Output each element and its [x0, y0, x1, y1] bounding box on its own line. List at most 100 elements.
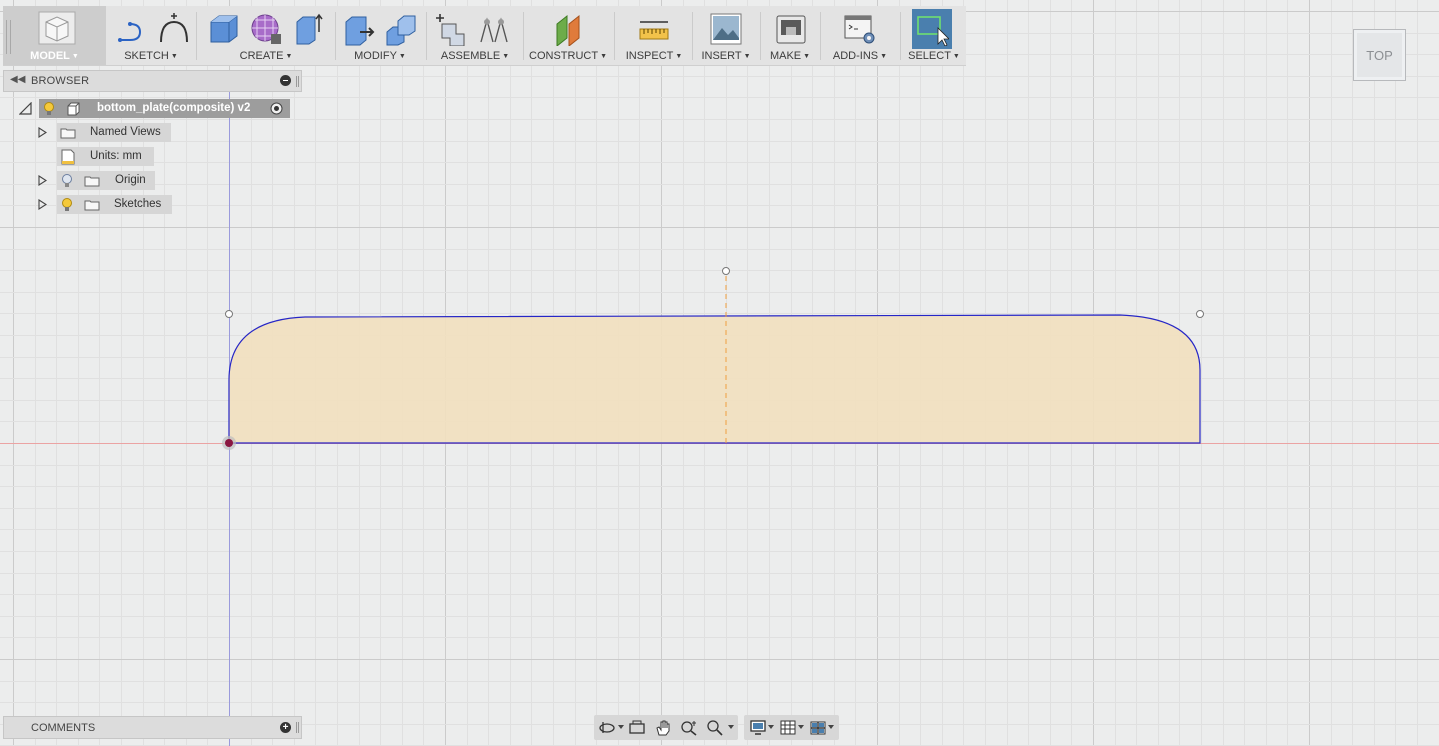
select-menu-label[interactable]: SELECT [908, 50, 951, 62]
browser-title: BROWSER [31, 75, 90, 87]
minimize-panel-icon[interactable] [280, 75, 291, 86]
pan-hand-icon[interactable] [654, 719, 672, 736]
caret-down-icon: ▼ [952, 53, 960, 60]
add-comment-icon[interactable]: + [280, 722, 291, 733]
window-select-icon [917, 16, 949, 46]
sketch-point[interactable] [1196, 310, 1204, 318]
offset-plane-icon[interactable] [551, 12, 585, 46]
sketch-point[interactable] [722, 267, 730, 275]
sketch-point[interactable] [225, 310, 233, 318]
press-pull-icon[interactable] [342, 12, 376, 46]
caret-down-icon: ▼ [398, 53, 406, 60]
toolbar-grip[interactable] [6, 20, 11, 54]
caret-down-icon: ▼ [600, 53, 607, 60]
make-group: MAKE ▼ [764, 6, 816, 65]
expanded-triangle-icon[interactable] [19, 102, 32, 115]
comments-panel[interactable]: COMMENTS + [3, 716, 302, 739]
look-at-icon[interactable] [628, 719, 646, 736]
browser-header[interactable]: ◀◀ BROWSER [3, 70, 302, 92]
scripts-addins-icon[interactable] [843, 12, 877, 46]
collapse-panel-icon[interactable]: ◀◀ [10, 74, 25, 85]
sketch-profile[interactable] [228, 314, 1201, 444]
assemble-menu-label[interactable]: ASSEMBLE [441, 50, 500, 62]
workspace-switcher[interactable]: MODEL ▼ [3, 6, 106, 65]
extrude-box-icon[interactable] [207, 12, 241, 46]
tree-item-label: Sketches [114, 198, 162, 210]
grid-dropdown-icon[interactable] [798, 725, 804, 729]
toolbar-divider [523, 12, 524, 60]
toolbar-divider [760, 12, 761, 60]
units-icon [61, 149, 75, 165]
viewports-icon[interactable] [809, 719, 827, 736]
inspect-menu-label[interactable]: INSPECT [626, 50, 674, 62]
visibility-bulb-icon[interactable] [61, 198, 73, 212]
tree-item-named-views[interactable]: Named Views [57, 123, 171, 142]
modify-group: MODIFY ▼ [339, 6, 421, 65]
form-sphere-icon[interactable] [249, 12, 283, 46]
visibility-bulb-off-icon[interactable] [61, 174, 73, 188]
addins-menu-label[interactable]: ADD-INS [833, 50, 878, 62]
expand-triangle-icon[interactable] [38, 175, 47, 186]
expand-triangle-icon[interactable] [38, 199, 47, 210]
new-component-icon[interactable] [434, 12, 468, 46]
toolbar-divider [335, 12, 336, 60]
folder-icon [60, 128, 76, 139]
panel-grip[interactable] [296, 76, 299, 87]
make-menu-label[interactable]: MAKE [770, 50, 801, 62]
toolbar: MODEL ▼ SKETCH ▼ CREATE ▼ MODIFY ▼ ASSEM… [3, 6, 966, 66]
tree-item-units[interactable]: Units: mm [57, 147, 154, 166]
create-group: CREATE ▼ [201, 6, 331, 65]
sketch-menu-label[interactable]: SKETCH [124, 50, 169, 62]
addins-group: ADD-INS ▼ [824, 6, 896, 65]
sketch-arc-icon[interactable] [157, 12, 191, 46]
select-button[interactable] [912, 9, 952, 49]
zoom-dropdown-icon[interactable] [728, 725, 734, 729]
tree-item-origin[interactable]: Origin [57, 171, 155, 190]
tree-item-label: Origin [115, 174, 146, 186]
tree-root-item[interactable]: bottom_plate(composite) v2 [39, 99, 290, 118]
orbit-icon[interactable] [598, 719, 616, 736]
joint-icon[interactable] [477, 12, 511, 46]
orbit-dropdown-icon[interactable] [618, 725, 624, 729]
3d-print-icon[interactable] [774, 12, 808, 46]
visibility-bulb-icon[interactable] [43, 102, 55, 116]
grid-settings-icon[interactable] [779, 719, 797, 736]
folder-icon [84, 200, 100, 211]
viewports-dropdown-icon[interactable] [828, 725, 834, 729]
toolbar-divider [426, 12, 427, 60]
modify-menu-label[interactable]: MODIFY [354, 50, 397, 62]
sketch-line-icon[interactable] [116, 12, 150, 46]
measure-icon[interactable] [637, 12, 671, 46]
construct-group: CONSTRUCT ▼ [527, 6, 609, 65]
toolbar-divider [820, 12, 821, 60]
fillet-icon[interactable] [384, 12, 418, 46]
zoom-icon[interactable] [680, 719, 698, 736]
extrude-icon[interactable] [291, 12, 325, 46]
model-label: MODEL [30, 50, 70, 62]
construct-menu-label[interactable]: CONSTRUCT [529, 50, 598, 62]
expand-triangle-icon[interactable] [38, 127, 47, 138]
toolbar-divider [614, 12, 615, 60]
tree-item-label: Named Views [90, 126, 161, 138]
tree-item-sketches[interactable]: Sketches [57, 195, 172, 214]
fit-zoom-icon[interactable] [705, 719, 723, 736]
origin-point[interactable] [225, 439, 233, 447]
caret-down-icon: ▼ [743, 53, 751, 60]
viewcube[interactable]: TOP [1353, 29, 1406, 81]
viewcube-face-label[interactable]: TOP [1354, 48, 1405, 63]
model-cube-icon [38, 11, 76, 45]
create-menu-label[interactable]: CREATE [240, 50, 284, 62]
sketch-group: SKETCH ▼ [111, 6, 191, 65]
activate-radio-icon[interactable] [270, 102, 283, 115]
display-settings-icon[interactable] [749, 719, 767, 736]
display-settings [744, 715, 839, 740]
panel-grip[interactable] [296, 722, 299, 733]
caret-down-icon: ▼ [675, 53, 683, 60]
insert-menu-label[interactable]: INSERT [701, 50, 741, 62]
display-dropdown-icon[interactable] [768, 725, 774, 729]
insert-group: INSERT ▼ [696, 6, 756, 65]
inspect-group: INSPECT ▼ [619, 6, 689, 65]
toolbar-divider [196, 12, 197, 60]
insert-image-icon[interactable] [709, 12, 743, 46]
caret-down-icon: ▼ [170, 53, 178, 60]
